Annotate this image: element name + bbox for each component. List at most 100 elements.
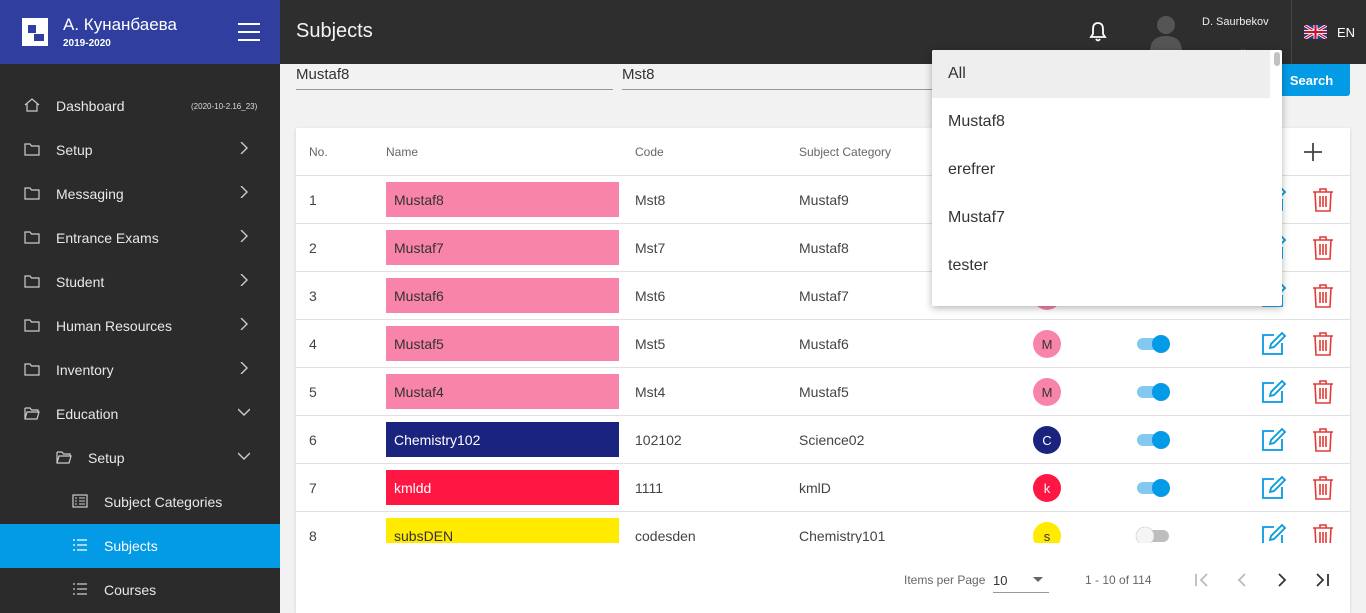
column-header-name[interactable]: Name [386,145,418,159]
uk-flag-icon[interactable] [1304,25,1327,39]
folder-icon [24,319,40,332]
home-icon [24,98,40,112]
sidebar-item-education-setup[interactable]: Setup [0,436,280,480]
list-icon [73,583,87,595]
sidebar-item-label: Subjects [104,538,158,554]
sidebar-item-setup[interactable]: Setup [0,128,280,172]
column-header-no[interactable]: No. [309,145,328,159]
subject-initial-badge: C [1033,426,1061,454]
edit-icon[interactable] [1260,331,1288,357]
sidebar-item-subject-categories[interactable]: Subject Categories [0,480,280,524]
subject-name-chip[interactable]: Mustaf4 [386,374,619,409]
table-row[interactable]: 5 Mustaf4 Mst4 Mustaf5 M [296,368,1350,416]
page-title: Subjects [296,20,373,42]
row-number: 2 [309,240,317,256]
row-number: 3 [309,288,317,304]
sidebar-item-education[interactable]: Education [0,392,280,436]
sidebar-item-label: Courses [104,582,157,598]
column-header-code[interactable]: Code [635,145,664,159]
sidebar-item-subjects[interactable]: Subjects [0,524,280,568]
active-toggle[interactable] [1135,526,1171,543]
dropdown-arrow-icon [1033,577,1043,582]
subject-name-chip[interactable]: Mustaf7 [386,230,619,265]
delete-icon[interactable] [1312,331,1334,357]
dropdown-option[interactable]: Mustaf7 [932,194,1270,242]
active-toggle[interactable] [1135,382,1171,402]
sidebar-item-human-resources[interactable]: Human Resources [0,304,280,348]
subject-initial-badge: k [1033,474,1061,502]
subject-code: Mst8 [635,192,666,208]
next-page-icon[interactable] [1273,571,1291,589]
sidebar-item-label: Subject Categories [104,494,223,510]
subject-name-chip[interactable]: subsDEN [386,518,619,543]
sidebar-item-dashboard[interactable]: Dashboard (2020-10-2.16_23) [0,84,280,128]
subject-code: 102102 [635,432,682,448]
delete-icon[interactable] [1312,379,1334,405]
sidebar-nav: Dashboard (2020-10-2.16_23) Setup Messag… [0,64,280,612]
language-label[interactable]: EN [1337,25,1355,40]
dropdown-option-all[interactable]: All [932,50,1270,98]
delete-icon[interactable] [1312,427,1334,453]
delete-icon[interactable] [1312,523,1334,543]
subject-name-chip[interactable]: kmldd [386,470,619,505]
name-filter-input[interactable]: Mustaf8 [296,64,613,90]
table-row[interactable]: 8 subsDEN codesden Chemistry101 s [296,512,1350,543]
row-number: 6 [309,432,317,448]
dropdown-option[interactable]: erefrer [932,146,1270,194]
search-button[interactable]: Search [1273,64,1350,96]
active-toggle[interactable] [1135,430,1171,450]
user-name[interactable]: D. Saurbekov [1202,16,1269,28]
page-size-value: 10 [993,573,1008,588]
last-page-icon[interactable] [1313,571,1331,589]
chevron-right-icon [240,274,248,286]
edit-icon[interactable] [1260,523,1288,543]
subject-initial-badge: M [1033,330,1061,358]
dropdown-scrollbar[interactable] [1274,52,1280,66]
subject-name-chip[interactable]: Chemistry102 [386,422,619,457]
column-header-category[interactable]: Subject Category [799,145,891,159]
edit-icon[interactable] [1260,379,1288,405]
row-number: 4 [309,336,317,352]
subject-name-chip[interactable]: Mustaf5 [386,326,619,361]
sidebar-item-courses[interactable]: Courses [0,568,280,612]
folder-open-icon [24,407,40,420]
page-size-select[interactable]: 10 [993,567,1049,593]
table-row[interactable]: 4 Mustaf5 Mst5 Mustaf6 M [296,320,1350,368]
sidebar-item-messaging[interactable]: Messaging [0,172,280,216]
folder-icon [24,187,40,200]
menu-toggle-icon[interactable] [238,23,260,41]
notifications-bell-icon[interactable] [1088,21,1108,43]
sidebar-item-entrance-exams[interactable]: Entrance Exams [0,216,280,260]
edit-icon[interactable] [1260,427,1288,453]
dropdown-option[interactable]: tester [932,242,1270,290]
subject-name-chip[interactable]: Mustaf6 [386,278,619,313]
sidebar-item-label: Setup [88,450,125,466]
previous-page-icon[interactable] [1233,571,1251,589]
edit-icon[interactable] [1260,475,1288,501]
brand-name: А. Кунанбаева [63,15,177,34]
version-label: (2020-10-2.16_23) [191,101,258,111]
chevron-right-icon [240,318,248,330]
delete-icon[interactable] [1312,187,1334,213]
sidebar-item-inventory[interactable]: Inventory [0,348,280,392]
sidebar-item-student[interactable]: Student [0,260,280,304]
sidebar-item-label: Education [56,406,119,422]
table-row[interactable]: 7 kmldd 1111 kmlD k [296,464,1350,512]
active-toggle[interactable] [1135,478,1171,498]
subject-code: Mst5 [635,336,666,352]
add-subject-icon[interactable] [1303,142,1323,162]
list-alt-icon [72,494,88,508]
avatar[interactable] [1148,12,1184,52]
table-row[interactable]: 6 Chemistry102 102102 Science02 C [296,416,1350,464]
chevron-right-icon [240,362,248,374]
folder-icon [24,231,40,244]
code-filter-input[interactable]: Mst8 [622,64,932,90]
active-toggle[interactable] [1135,334,1171,354]
delete-icon[interactable] [1312,235,1334,261]
sidebar-item-label: Setup [56,142,93,158]
delete-icon[interactable] [1312,283,1334,309]
dropdown-option[interactable]: Mustaf8 [932,98,1270,146]
subject-name-chip[interactable]: Mustaf8 [386,182,619,217]
first-page-icon[interactable] [1193,571,1211,589]
delete-icon[interactable] [1312,475,1334,501]
